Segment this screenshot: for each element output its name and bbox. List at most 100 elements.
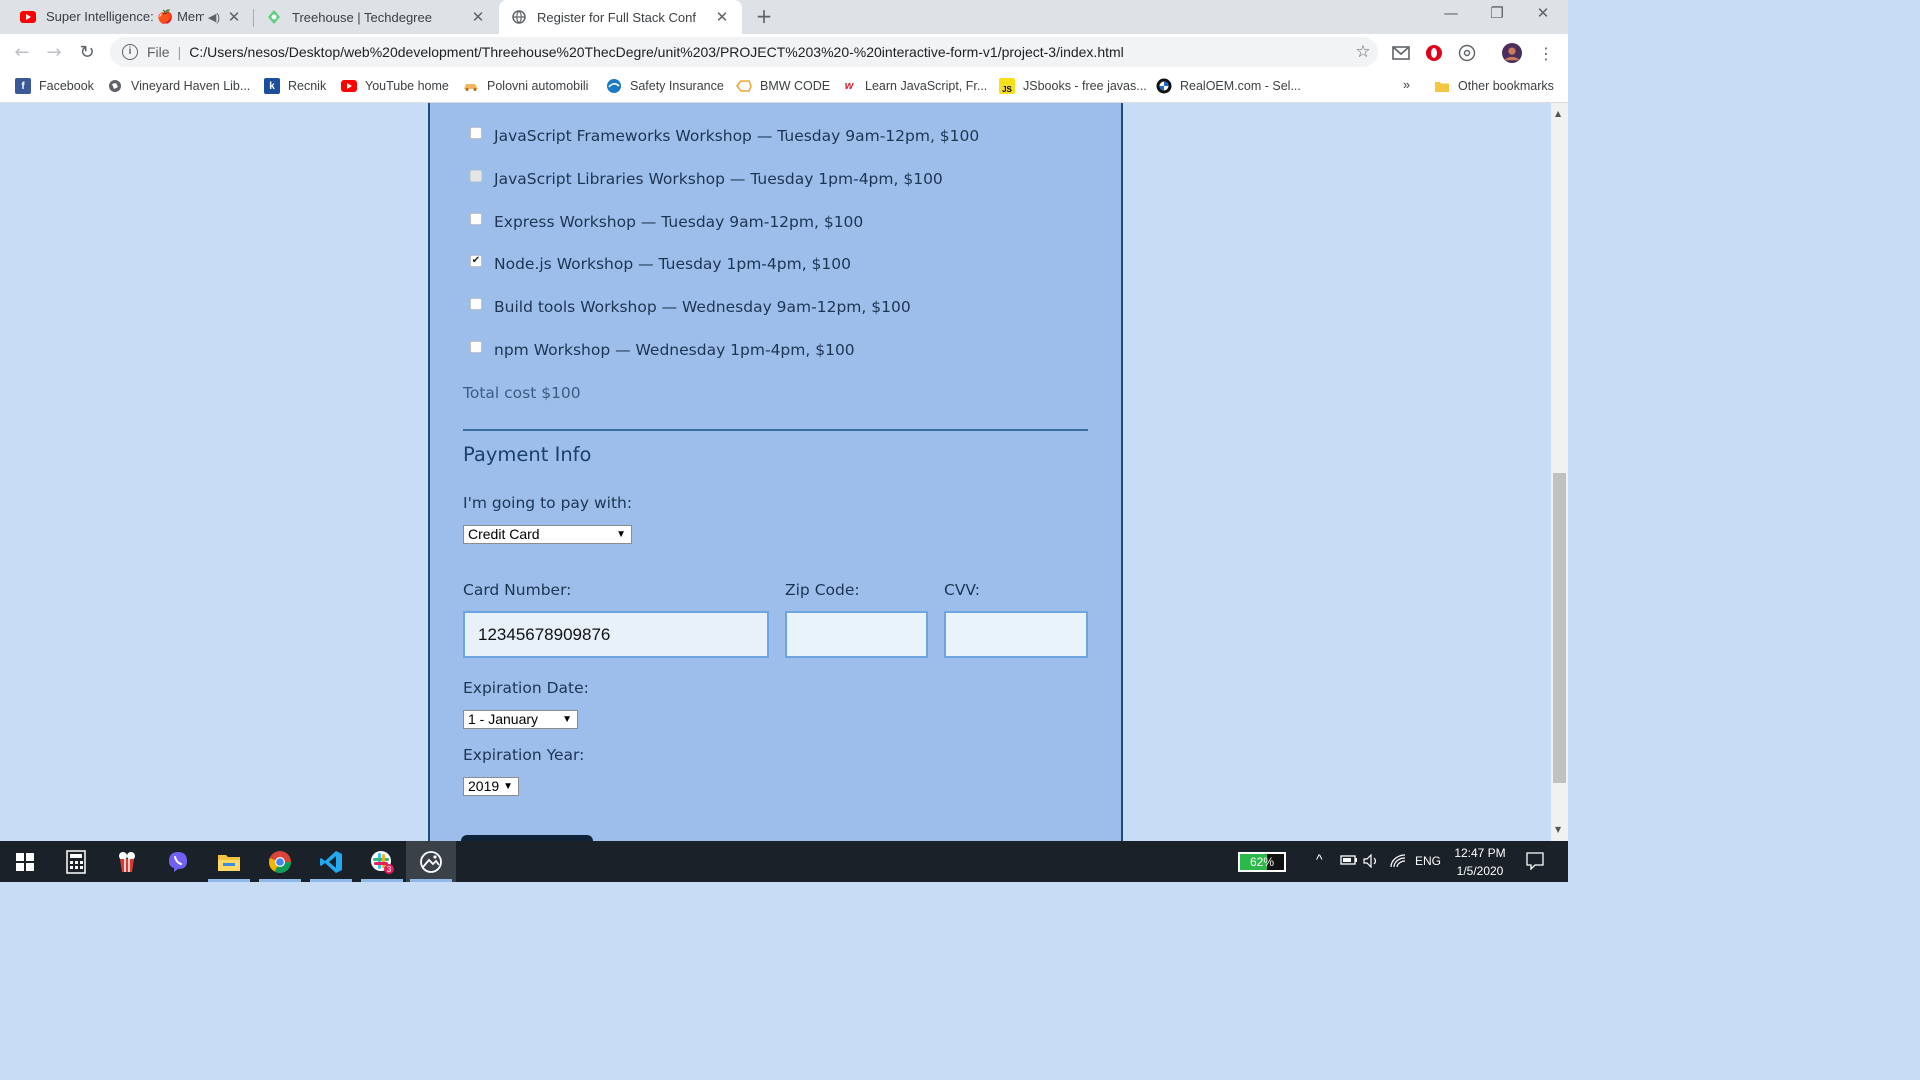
profile-avatar[interactable] (1502, 43, 1522, 63)
activity-npm[interactable]: npm Workshop — Wednesday 1pm-4pm, $100 (470, 341, 855, 359)
tab-title: Super Intelligence: 🍎 Memo (46, 9, 204, 24)
battery-percent: 62% (1249, 855, 1275, 869)
bookmark-youtube[interactable]: YouTube home (341, 78, 449, 94)
activity-js-libraries[interactable]: JavaScript Libraries Workshop — Tuesday … (470, 170, 943, 188)
more-bookmarks-button[interactable]: » (1403, 78, 1410, 92)
scroll-down-arrow-icon[interactable]: ▼ (1555, 825, 1561, 834)
bookmark-realoem[interactable]: RealOEM.com - Sel... (1156, 78, 1301, 94)
popcorn-app-icon[interactable] (102, 841, 152, 882)
globe-icon (511, 9, 527, 25)
reload-button[interactable]: ↻ (74, 40, 100, 66)
card-number-input[interactable]: 12345678909876 (463, 611, 769, 658)
close-tab-icon[interactable]: ✕ (226, 8, 242, 26)
activity-build-tools[interactable]: Build tools Workshop — Wednesday 9am-12p… (470, 298, 911, 316)
dropdown-arrow-icon: ▼ (616, 529, 626, 540)
extension-icon[interactable] (1457, 43, 1477, 63)
photos-app-icon[interactable] (406, 841, 456, 882)
treehouse-icon (266, 9, 282, 25)
expiration-date-label: Expiration Date: (463, 679, 589, 697)
close-tab-icon[interactable]: ✕ (714, 8, 730, 26)
bookmark-bmw-code[interactable]: BMW CODE (736, 78, 830, 94)
bookmark-polovni[interactable]: Polovni automobili (463, 78, 588, 94)
js-icon: JS (999, 78, 1015, 94)
viber-icon[interactable] (153, 841, 203, 882)
bookmark-label: RealOEM.com - Sel... (1180, 79, 1301, 93)
expiration-year-label: Expiration Year: (463, 746, 585, 764)
activity-label: Express Workshop — Tuesday 9am-12pm, $10… (494, 213, 864, 231)
bookmark-label: JSbooks - free javas... (1023, 79, 1147, 93)
bookmark-label: Polovni automobili (487, 79, 589, 93)
slack-icon[interactable]: 3 (357, 841, 407, 882)
audio-icon[interactable]: ◀) (208, 11, 220, 24)
activity-checkbox[interactable] (470, 127, 482, 139)
bookmark-facebook[interactable]: f Facebook (15, 78, 94, 94)
browser-toolbar: ← → ↻ i File | C:/Users/nesos/Desktop/we… (0, 34, 1568, 71)
page-viewport: JavaScript Frameworks Workshop — Tuesday… (0, 103, 1568, 841)
tab-super-intelligence[interactable]: Super Intelligence: 🍎 Memo ◀) ✕ (8, 0, 254, 34)
tab-register[interactable]: Register for Full Stack Conf ✕ (499, 0, 742, 34)
payment-method-value: Credit Card (468, 526, 540, 542)
activity-js-frameworks[interactable]: JavaScript Frameworks Workshop — Tuesday… (470, 127, 979, 145)
file-explorer-icon[interactable] (204, 841, 254, 882)
bookmark-recnik[interactable]: k Recnik (264, 78, 326, 94)
scrollbar-thumb[interactable] (1553, 473, 1566, 783)
volume-icon[interactable] (1363, 853, 1381, 871)
expiration-month-select[interactable]: 1 - January ▼ (463, 710, 578, 729)
youtube-icon (341, 78, 357, 94)
payment-method-label: I'm going to pay with: (463, 494, 633, 512)
chevron-up-icon[interactable]: ^ (1316, 851, 1323, 867)
language-indicator[interactable]: ENG (1415, 854, 1441, 868)
dropdown-arrow-icon: ▼ (503, 781, 513, 792)
restore-button[interactable]: ❐ (1474, 4, 1520, 26)
address-bar[interactable]: i File | C:/Users/nesos/Desktop/web%20de… (110, 37, 1378, 67)
calculator-icon[interactable] (51, 841, 101, 882)
expiration-year-select[interactable]: 2019 ▼ (463, 777, 519, 796)
vscode-icon[interactable] (306, 841, 356, 882)
activity-checkbox[interactable] (470, 213, 482, 225)
close-window-button[interactable]: ✕ (1520, 4, 1566, 26)
w3-icon: w (844, 80, 854, 92)
bookmark-star-icon[interactable]: ☆ (1348, 42, 1378, 62)
battery-indicator[interactable]: 62% (1238, 852, 1286, 872)
notifications-icon[interactable] (1526, 852, 1544, 873)
page-scrollbar[interactable]: ▲ ▼ (1551, 103, 1568, 841)
activity-checkbox[interactable] (470, 298, 482, 310)
zip-code-input[interactable] (785, 611, 928, 658)
activity-express[interactable]: Express Workshop — Tuesday 9am-12pm, $10… (470, 213, 863, 231)
forward-button[interactable]: → (41, 40, 67, 66)
bookmark-safety-insurance[interactable]: Safety Insurance (606, 78, 724, 94)
globe-icon (107, 78, 123, 94)
menu-kebab-icon[interactable]: ⋮ (1536, 43, 1556, 63)
cvv-input[interactable] (944, 611, 1088, 658)
bookmark-learn-javascript[interactable]: w Learn JavaScript, Fr... (841, 78, 988, 94)
activity-label: Build tools Workshop — Wednesday 9am-12p… (494, 298, 911, 316)
scroll-up-arrow-icon[interactable]: ▲ (1555, 109, 1561, 118)
activity-checkbox[interactable] (470, 341, 482, 353)
activity-label: JavaScript Frameworks Workshop — Tuesday… (494, 127, 980, 145)
site-info-icon[interactable]: i (122, 44, 138, 60)
battery-icon[interactable] (1340, 854, 1358, 869)
gmail-icon[interactable] (1391, 43, 1411, 63)
system-clock[interactable]: 12:47 PM 1/5/2020 (1448, 844, 1512, 880)
other-bookmarks[interactable]: Other bookmarks (1434, 78, 1554, 94)
tab-treehouse[interactable]: Treehouse | Techdegree ✕ (254, 0, 498, 34)
payment-info-heading: Payment Info (463, 443, 592, 466)
bookmark-vineyard-haven[interactable]: Vineyard Haven Lib... (107, 78, 250, 94)
new-tab-button[interactable]: + (752, 4, 776, 28)
opera-icon[interactable] (1424, 43, 1444, 63)
activity-nodejs[interactable]: ✔ Node.js Workshop — Tuesday 1pm-4pm, $1… (470, 255, 851, 273)
activity-checkbox[interactable] (470, 170, 482, 182)
start-windows-icon[interactable] (0, 841, 50, 882)
address-divider: | (177, 44, 182, 60)
address-url[interactable]: C:/Users/nesos/Desktop/web%20development… (189, 44, 1348, 60)
close-tab-icon[interactable]: ✕ (470, 8, 486, 26)
chrome-icon[interactable] (255, 841, 305, 882)
bookmark-jsbooks[interactable]: JS JSbooks - free javas... (999, 78, 1147, 94)
activity-label: npm Workshop — Wednesday 1pm-4pm, $100 (494, 341, 855, 359)
address-scheme: File (147, 44, 170, 60)
activity-checkbox-checked[interactable]: ✔ (470, 255, 482, 267)
payment-method-select[interactable]: Credit Card ▼ (463, 525, 632, 544)
back-button[interactable]: ← (9, 40, 35, 66)
wifi-icon[interactable] (1390, 854, 1406, 871)
minimize-button[interactable]: — (1428, 4, 1474, 26)
